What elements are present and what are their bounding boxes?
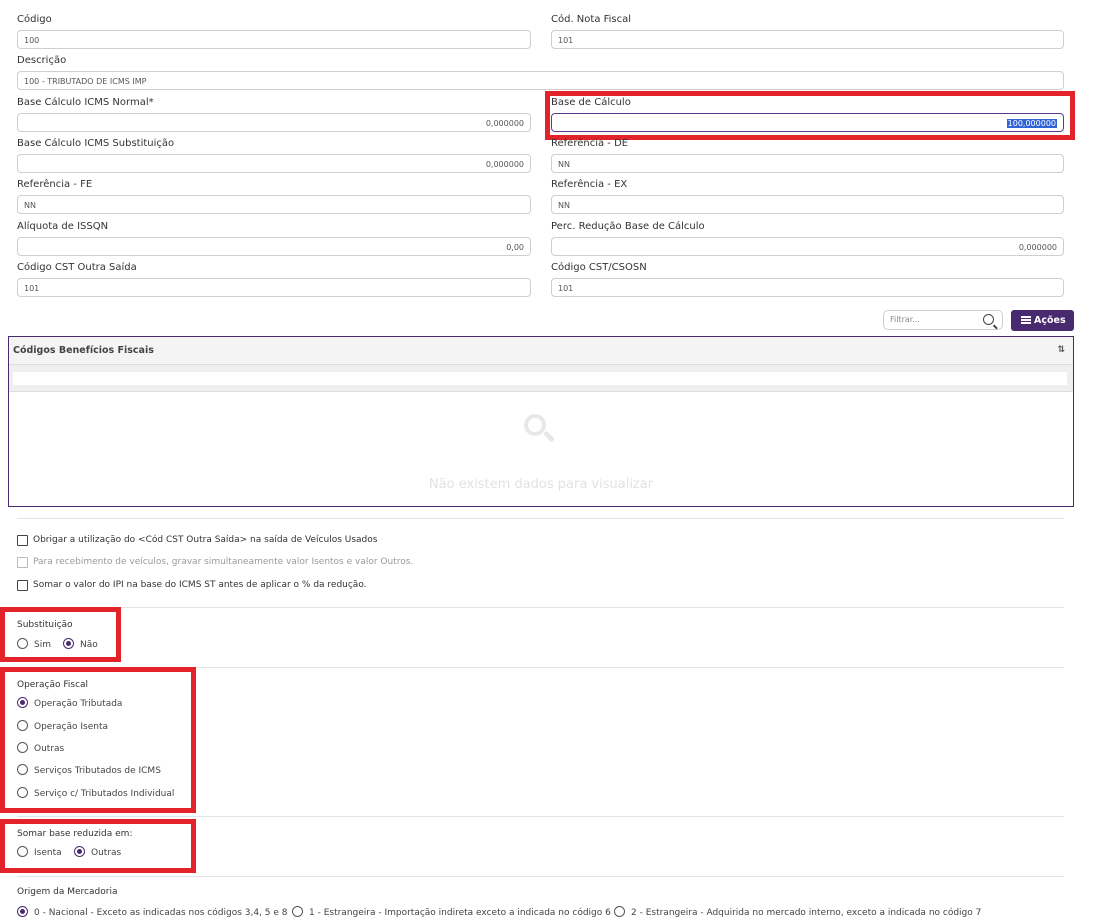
cod-nota-fiscal-input[interactable]: 101 — [551, 30, 1064, 49]
origem-group: Origem da Mercadoria — [17, 885, 117, 899]
highlight-operacao-fiscal — [0, 667, 196, 813]
checkbox-label: Somar o valor do IPI na base do ICMS ST … — [33, 580, 367, 590]
base-icms-subst-label: Base Cálculo ICMS Substituição — [17, 138, 175, 149]
radio-origem-2[interactable]: 2 - Estrangeira - Adquirida no mercado i… — [614, 906, 981, 920]
filter-input[interactable]: Filtrar... — [883, 310, 1003, 330]
referencia-ex-label: Referência - EX — [551, 179, 628, 190]
referencia-fe-label: Referência - FE — [17, 179, 93, 190]
referencia-fe-input[interactable]: NN — [17, 195, 531, 214]
perc-reducao-label: Perc. Redução Base de Cálculo — [551, 221, 705, 232]
codigo-field: Código 100 — [17, 13, 531, 49]
referencia-de-input[interactable]: NN — [551, 154, 1064, 173]
checkbox-box[interactable] — [17, 535, 28, 546]
referencia-de-label: Referência - DE — [551, 138, 629, 149]
base-icms-normal-label: Base Cálculo ICMS Normal* — [17, 97, 154, 108]
highlight-somar-base — [0, 819, 196, 873]
actions-label: Ações — [1034, 315, 1066, 326]
referencia-ex-field: Referência - EX NN — [551, 178, 1064, 214]
descricao-label: Descrição — [17, 55, 67, 66]
radio-origem-1[interactable]: 1 - Estrangeira - Importação indireta ex… — [292, 906, 611, 920]
perc-reducao-input[interactable]: 0,000000 — [551, 237, 1064, 256]
checkbox-label: Para recebimento de veículos, gravar sim… — [33, 557, 414, 567]
checkbox-gravar-isentos-outros: Para recebimento de veículos, gravar sim… — [17, 555, 413, 569]
cst-outra-saida-input[interactable]: 101 — [17, 278, 531, 297]
referencia-fe-field: Referência - FE NN — [17, 178, 531, 214]
codigo-label: Código — [17, 14, 52, 25]
checkbox-label: Obrigar a utilização do <Cód CST Outra S… — [33, 535, 378, 545]
referencia-de-field: Referência - DE NN — [551, 137, 1064, 173]
grid-header-label: Códigos Benefícios Fiscais — [13, 345, 154, 356]
filter-placeholder: Filtrar... — [890, 315, 920, 324]
radio-circle[interactable] — [292, 906, 303, 917]
cst-outra-saida-field: Código CST Outra Saída 101 — [17, 261, 531, 297]
cst-csosn-label: Código CST/CSOSN — [551, 262, 647, 273]
grid-header[interactable]: Códigos Benefícios Fiscais ⇅ — [9, 337, 1073, 365]
radio-label: 0 - Nacional - Exceto as indicadas nos c… — [34, 908, 288, 918]
sort-icon[interactable]: ⇅ — [1057, 337, 1065, 364]
referencia-ex-input[interactable]: NN — [551, 195, 1064, 214]
descricao-field: Descrição 100 - TRIBUTADO DE ICMS IMP — [17, 54, 1064, 90]
base-icms-normal-input[interactable]: 0,000000 — [17, 113, 531, 132]
empty-search-icon — [524, 414, 546, 436]
checkbox-obrigar-cst[interactable]: Obrigar a utilização do <Cód CST Outra S… — [17, 533, 377, 547]
cst-csosn-input[interactable]: 101 — [551, 278, 1064, 297]
radio-circle[interactable] — [614, 906, 625, 917]
radio-label: 1 - Estrangeira - Importação indireta ex… — [309, 908, 611, 918]
aliquota-issqn-input[interactable]: 0,00 — [17, 237, 531, 256]
aliquota-issqn-label: Alíquota de ISSQN — [17, 221, 109, 232]
cod-nota-fiscal-field: Cód. Nota Fiscal 101 — [551, 13, 1064, 49]
radio-circle[interactable] — [17, 906, 28, 917]
actions-button[interactable]: Ações — [1011, 310, 1074, 331]
origem-title: Origem da Mercadoria — [17, 887, 118, 897]
cst-outra-saida-label: Código CST Outra Saída — [17, 262, 137, 273]
divider — [17, 518, 1064, 519]
aliquota-issqn-field: Alíquota de ISSQN 0,00 — [17, 220, 531, 256]
perc-reducao-field: Perc. Redução Base de Cálculo 0,000000 — [551, 220, 1064, 256]
menu-icon — [1021, 316, 1031, 324]
base-icms-normal-field: Base Cálculo ICMS Normal* 0,000000 — [17, 96, 531, 132]
base-icms-subst-input[interactable]: 0,000000 — [17, 154, 531, 173]
search-icon[interactable] — [983, 314, 994, 325]
radio-origem-0[interactable]: 0 - Nacional - Exceto as indicadas nos c… — [17, 906, 288, 920]
highlight-substituicao — [0, 607, 121, 662]
cst-csosn-field: Código CST/CSOSN 101 — [551, 261, 1064, 297]
grid-filter-row — [9, 365, 1073, 392]
descricao-input[interactable]: 100 - TRIBUTADO DE ICMS IMP — [17, 71, 1064, 90]
divider — [17, 816, 1064, 817]
grid-filter-cell[interactable] — [13, 372, 1067, 385]
divider — [17, 876, 1064, 877]
cod-nota-fiscal-label: Cód. Nota Fiscal — [551, 14, 632, 25]
checkbox-box — [17, 557, 28, 568]
highlight-base-calculo — [545, 91, 1075, 140]
radio-label: 2 - Estrangeira - Adquirida no mercado i… — [631, 908, 982, 918]
checkbox-box[interactable] — [17, 580, 28, 591]
grid-empty-message: Não existem dados para visualizar — [428, 477, 654, 492]
codigo-input[interactable]: 100 — [17, 30, 531, 49]
divider — [17, 607, 1064, 608]
base-icms-subst-field: Base Cálculo ICMS Substituição 0,000000 — [17, 137, 531, 173]
checkbox-somar-ipi[interactable]: Somar o valor do IPI na base do ICMS ST … — [17, 578, 367, 592]
